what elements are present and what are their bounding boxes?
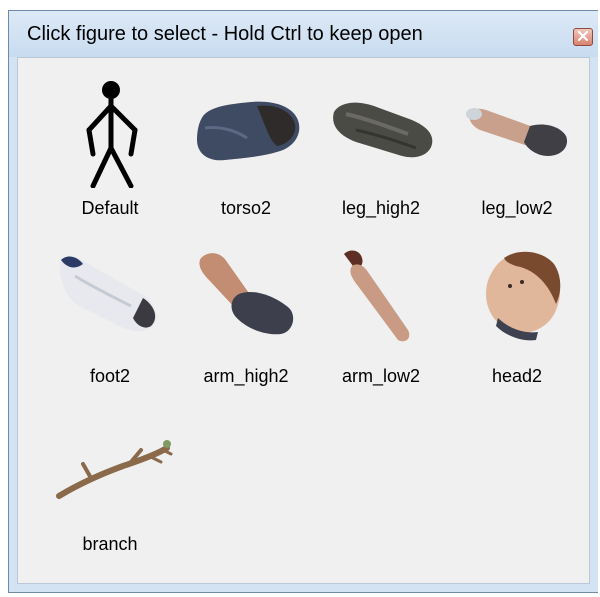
arm-low-photo-icon: [316, 236, 446, 356]
leg-low-photo-icon: [452, 68, 582, 188]
title-bar[interactable]: Click figure to select - Hold Ctrl to ke…: [9, 11, 598, 57]
figure-picker-window: Click figure to select - Hold Ctrl to ke…: [8, 10, 598, 593]
figure-item-leg-high2[interactable]: leg_high2: [316, 68, 446, 228]
figure-grid: Default torso2 leg_high2 leg_low2 foot2 …: [17, 57, 590, 584]
figure-item-arm-high2[interactable]: arm_high2: [181, 236, 311, 396]
figure-label: foot2: [89, 366, 131, 386]
close-button[interactable]: [573, 28, 593, 46]
window-title: Click figure to select - Hold Ctrl to ke…: [27, 23, 423, 45]
close-icon: [577, 28, 589, 46]
figure-label: Default: [81, 198, 139, 218]
figure-label: leg_low2: [481, 198, 553, 218]
stick-figure-icon: [45, 68, 175, 188]
branch-photo-icon: [45, 404, 175, 524]
figure-label: head2: [491, 366, 543, 386]
figure-item-default[interactable]: Default: [45, 68, 175, 228]
figure-item-arm-low2[interactable]: arm_low2: [316, 236, 446, 396]
arm-high-photo-icon: [181, 236, 311, 356]
figure-label: arm_high2: [203, 366, 289, 386]
figure-item-leg-low2[interactable]: leg_low2: [452, 68, 582, 228]
figure-label: torso2: [220, 198, 272, 218]
figure-label: branch: [82, 534, 138, 554]
figure-item-foot2[interactable]: foot2: [45, 236, 175, 396]
torso-photo-icon: [181, 68, 311, 188]
figure-item-branch[interactable]: branch: [45, 404, 175, 564]
foot-photo-icon: [45, 236, 175, 356]
figure-label: leg_high2: [341, 198, 421, 218]
figure-item-head2[interactable]: head2: [452, 236, 582, 396]
figure-label: arm_low2: [341, 366, 421, 386]
head-photo-icon: [452, 236, 582, 356]
figure-item-torso2[interactable]: torso2: [181, 68, 311, 228]
leg-high-photo-icon: [316, 68, 446, 188]
